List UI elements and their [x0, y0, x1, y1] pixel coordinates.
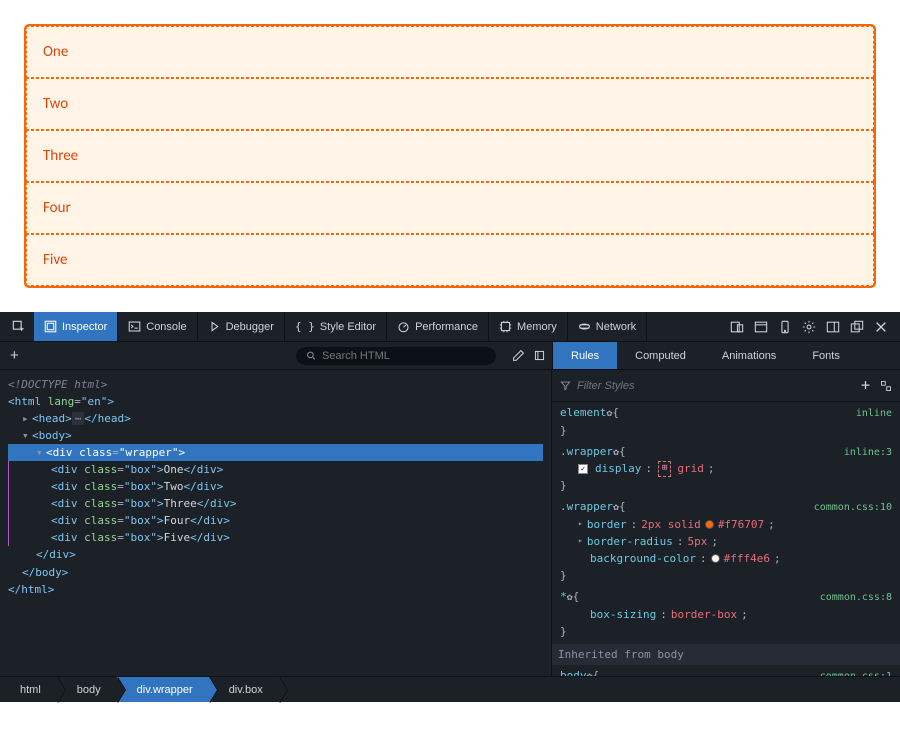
dom-node[interactable]: <div class="box">Three</div>: [37, 495, 543, 512]
style-rule[interactable]: * ✿ {common.css:8 box-sizing: border-box…: [560, 588, 892, 640]
search-icon: [306, 350, 316, 361]
dom-tree[interactable]: <!DOCTYPE html> <html lang="en"> ▸<head>…: [0, 370, 552, 676]
rendered-page: One Two Three Four Five: [0, 0, 900, 312]
tab-network[interactable]: Network: [568, 312, 647, 341]
tab-label: Performance: [415, 321, 478, 333]
doctype-node[interactable]: <!DOCTYPE html>: [8, 378, 107, 391]
grid-badge-icon[interactable]: ⊞: [658, 461, 671, 477]
popout-icon[interactable]: [846, 316, 868, 338]
add-node-button[interactable]: +: [6, 347, 23, 364]
breadcrumb: html body div.wrapper div.box: [0, 676, 900, 702]
edit-html-icon[interactable]: [512, 349, 525, 362]
styles-pane: + element ✿ {inline } .wrapper ✿ {inline…: [552, 370, 900, 676]
toolbar-right-icons: [722, 316, 896, 338]
pick-element-button[interactable]: [4, 312, 34, 341]
tab-performance[interactable]: Performance: [387, 312, 489, 341]
dom-node[interactable]: <div class="box">Five</div>: [37, 529, 543, 546]
settings-icon[interactable]: [798, 316, 820, 338]
search-html-wrap[interactable]: [296, 347, 496, 365]
color-swatch-icon[interactable]: [705, 520, 714, 529]
dom-node[interactable]: </div>: [36, 548, 76, 561]
dom-node[interactable]: <div class="box">Four</div>: [37, 512, 543, 529]
eyedropper-icon[interactable]: [533, 349, 546, 362]
dom-node[interactable]: </body>: [22, 566, 68, 579]
tab-console[interactable]: Console: [118, 312, 197, 341]
style-rule[interactable]: element ✿ {inline }: [560, 404, 892, 439]
expand-icon[interactable]: ▸: [578, 518, 583, 530]
tab-debugger[interactable]: Debugger: [198, 312, 285, 341]
dom-node[interactable]: </html>: [8, 583, 54, 596]
search-html-input[interactable]: [322, 350, 486, 362]
toggle-icon[interactable]: ▾: [22, 427, 32, 444]
tab-label: Style Editor: [320, 321, 376, 333]
tab-inspector[interactable]: Inspector: [34, 312, 118, 341]
tab-label: Console: [146, 321, 186, 333]
close-icon[interactable]: [870, 316, 892, 338]
tab-label: Memory: [517, 321, 557, 333]
inherited-header: Inherited from body: [552, 644, 900, 665]
tab-style-editor[interactable]: { } Style Editor: [285, 312, 387, 341]
devtools-panel: Inspector Console Debugger { } Style Edi…: [0, 312, 900, 702]
grid-wrapper: One Two Three Four Five: [24, 24, 876, 288]
crumb-wrapper[interactable]: div.wrapper: [117, 677, 209, 702]
add-rule-button[interactable]: +: [857, 374, 874, 397]
subtab-computed[interactable]: Computed: [617, 342, 704, 369]
grid-box: Two: [26, 78, 874, 130]
dock-side-icon[interactable]: [822, 316, 844, 338]
color-swatch-icon[interactable]: [711, 554, 720, 563]
responsive-mode-icon[interactable]: [726, 316, 748, 338]
tab-label: Inspector: [62, 321, 107, 333]
style-rule[interactable]: .wrapper ✿ {inline:3 display: ⊞grid; }: [560, 443, 892, 495]
tab-label: Debugger: [226, 321, 274, 333]
grid-box: Four: [26, 182, 874, 234]
grid-box: Five: [26, 234, 874, 286]
subtab-rules[interactable]: Rules: [553, 342, 617, 369]
braces-icon: { }: [295, 320, 315, 333]
style-rule[interactable]: body ✿ {common.css:1 font-family: "Gill …: [560, 667, 892, 676]
filter-icon: [560, 380, 571, 391]
subtab-fonts[interactable]: Fonts: [794, 342, 858, 369]
devtools-subbar: + Rules Computed Animations Fonts: [0, 342, 900, 370]
subtab-animations[interactable]: Animations: [704, 342, 794, 369]
dom-node[interactable]: <div class="box">Two</div>: [37, 478, 543, 495]
selected-node[interactable]: ▾<div class="wrapper">: [8, 444, 543, 461]
mobile-icon[interactable]: [774, 316, 796, 338]
grid-box: One: [26, 26, 874, 78]
expand-icon[interactable]: ▸: [578, 535, 583, 547]
tab-label: Network: [596, 321, 636, 333]
grid-box: Three: [26, 130, 874, 182]
body-node[interactable]: <body>: [32, 429, 72, 442]
dom-node[interactable]: <div class="box">One</div>: [37, 461, 543, 478]
crumb-box[interactable]: div.box: [209, 677, 279, 702]
style-rule[interactable]: .wrapper ✿ {common.css:10 ▸border: 2px s…: [560, 498, 892, 584]
iframe-select-icon[interactable]: [750, 316, 772, 338]
html-node[interactable]: <html: [8, 395, 48, 408]
tab-memory[interactable]: Memory: [489, 312, 568, 341]
toggle-icon[interactable]: ▸: [22, 410, 32, 427]
devtools-toolbar: Inspector Console Debugger { } Style Edi…: [0, 312, 900, 342]
crumb-html[interactable]: html: [0, 677, 57, 702]
toggle-decl-checkbox[interactable]: [578, 464, 588, 474]
filter-styles-input[interactable]: [577, 380, 851, 392]
toggle-pseudo-icon[interactable]: [880, 380, 892, 392]
